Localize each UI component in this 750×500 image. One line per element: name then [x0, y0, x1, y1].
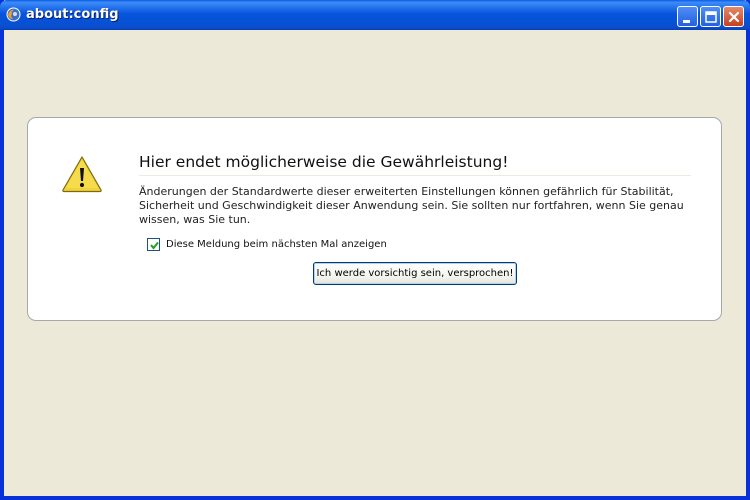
warning-description: Änderungen der Standardwerte dieser erwe…	[139, 185, 684, 226]
show-again-label: Diese Meldung beim nächsten Mal anzeigen	[166, 239, 387, 250]
warning-triangle-icon	[61, 155, 103, 193]
app-window: about:config Hier endet möglicherweise d…	[0, 0, 750, 500]
firefox-icon	[6, 7, 21, 22]
minimize-button[interactable]	[677, 6, 698, 27]
maximize-button[interactable]	[700, 6, 721, 27]
title-bar[interactable]: about:config	[0, 0, 750, 30]
maximize-icon	[705, 11, 717, 23]
checkmark-icon	[150, 241, 159, 250]
show-again-checkbox[interactable]	[147, 238, 160, 251]
warning-heading: Hier endet möglicherweise die Gewährleis…	[139, 153, 691, 176]
minimize-icon	[683, 20, 690, 23]
content-area: Hier endet möglicherweise die Gewährleis…	[4, 30, 746, 496]
window-title: about:config	[26, 7, 119, 22]
promise-careful-button[interactable]: Ich werde vorsichtig sein, versprochen!	[313, 262, 517, 285]
close-button[interactable]	[723, 6, 744, 27]
warning-panel: Hier endet möglicherweise die Gewährleis…	[27, 117, 722, 321]
close-icon	[728, 11, 740, 23]
